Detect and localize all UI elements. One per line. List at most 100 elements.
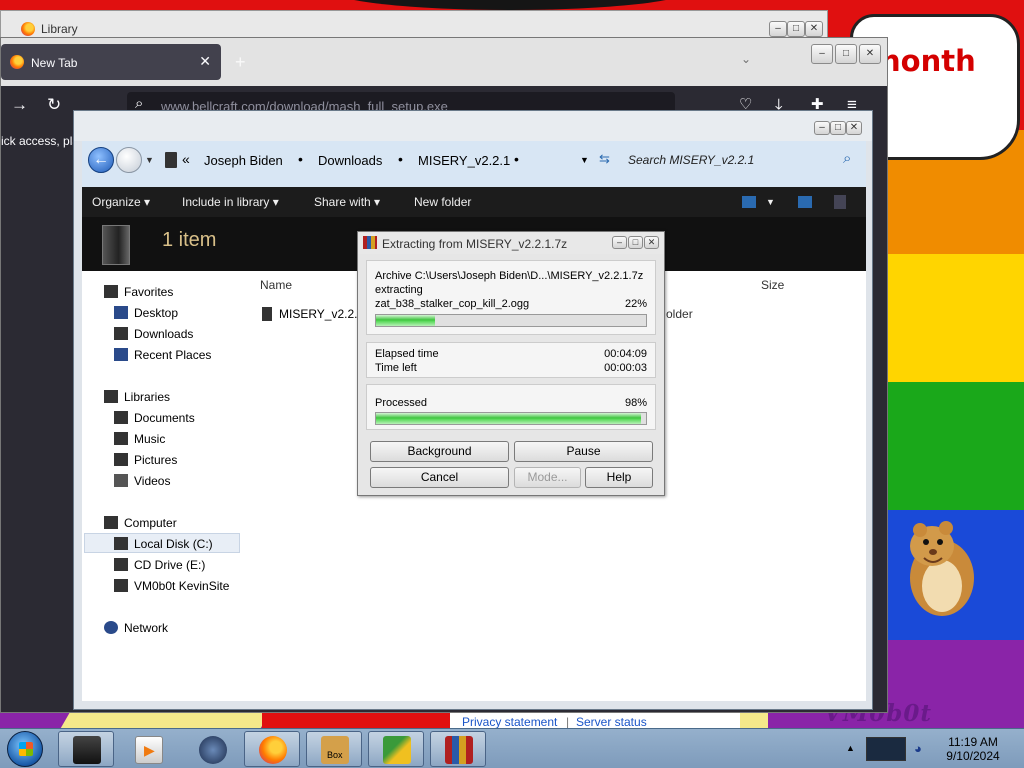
- breadcrumb-overflow-icon[interactable]: «: [182, 151, 190, 167]
- taskbar-network-button[interactable]: [184, 731, 240, 767]
- videos-icon: [114, 474, 128, 487]
- recent-pages-chevron-icon[interactable]: ▼: [145, 155, 154, 165]
- downloads-icon: [114, 327, 128, 340]
- dialog-titlebar[interactable]: Extracting from MISERY_v2.2.1.7z – □ ✕: [358, 232, 664, 254]
- close-icon[interactable]: ✕: [859, 44, 881, 64]
- elapsed-time-label: Elapsed time: [375, 348, 439, 360]
- start-button[interactable]: [7, 731, 43, 767]
- file-row-name[interactable]: MISERY_v2.2.1: [279, 307, 364, 321]
- include-in-library-menu[interactable]: Include in library ▾: [182, 195, 279, 209]
- address-dropdown-icon[interactable]: ▼: [580, 155, 589, 165]
- sidebar-item-recent-places[interactable]: Recent Places: [134, 348, 211, 362]
- help-button[interactable]: Help: [585, 467, 653, 488]
- taskbar-firefox-button[interactable]: [244, 731, 300, 767]
- sidebar-item-documents[interactable]: Documents: [134, 411, 195, 425]
- taskbar-explorer-button[interactable]: [58, 731, 114, 767]
- globe-icon: [199, 736, 227, 764]
- refresh-icon[interactable]: ⇆: [599, 151, 610, 167]
- taskbar-media-player-button[interactable]: ▶: [120, 731, 176, 767]
- minimize-icon[interactable]: –: [811, 44, 833, 64]
- breadcrumb-item-misery[interactable]: MISERY_v2.2.1: [418, 153, 510, 168]
- time-panel: Elapsed time 00:04:09 Time left 00:00:03: [366, 342, 656, 378]
- breadcrumb-item-downloads[interactable]: Downloads: [318, 153, 382, 168]
- minimize-icon[interactable]: –: [814, 121, 830, 135]
- mode-button: Mode...: [514, 467, 581, 488]
- search-input[interactable]: Search MISERY_v2.2.1: [628, 153, 754, 167]
- clock-date: 9/10/2024: [946, 749, 1000, 763]
- back-arrow-icon[interactable]: ←: [88, 147, 114, 173]
- close-icon[interactable]: ✕: [644, 236, 659, 249]
- desktop-icon: [114, 306, 128, 319]
- sidebar-item-music[interactable]: Music: [134, 432, 165, 446]
- maximize-icon[interactable]: □: [835, 44, 857, 64]
- minimize-icon[interactable]: –: [612, 236, 627, 249]
- sidebar-network[interactable]: Network: [124, 621, 168, 635]
- column-header-size[interactable]: Size: [761, 278, 784, 292]
- sidebar-libraries[interactable]: Libraries: [124, 390, 170, 404]
- folder-icon: [262, 307, 272, 321]
- minimize-icon[interactable]: –: [769, 21, 787, 37]
- sidebar-item-videos[interactable]: Videos: [134, 474, 170, 488]
- maximize-icon[interactable]: □: [830, 121, 846, 135]
- pause-button[interactable]: Pause: [514, 441, 653, 462]
- explorer-titlebar[interactable]: – □ ✕: [74, 111, 872, 141]
- search-icon[interactable]: ⌕: [843, 150, 851, 167]
- processed-progress-fill: [376, 413, 641, 424]
- box-app-icon: Box: [321, 736, 349, 764]
- close-icon[interactable]: ✕: [805, 21, 823, 37]
- view-options-chevron-icon[interactable]: ▼: [766, 197, 775, 207]
- server-status-link[interactable]: Server status: [576, 715, 647, 729]
- organize-menu[interactable]: Organize ▾: [92, 195, 150, 209]
- sidebar-item-cd-drive[interactable]: CD Drive (E:): [134, 558, 205, 572]
- windows-logo-icon: [19, 742, 33, 756]
- help-icon[interactable]: [834, 195, 846, 209]
- taskbar-winrar-button[interactable]: [430, 731, 486, 767]
- show-hidden-icons-icon[interactable]: ▲: [846, 743, 855, 753]
- maximize-icon[interactable]: □: [628, 236, 643, 249]
- tab-new-tab[interactable]: New Tab ✕: [1, 44, 221, 80]
- clock-time: 11:19 AM: [948, 735, 998, 749]
- reload-icon[interactable]: ↻: [47, 95, 61, 115]
- taskbar-users-button[interactable]: [368, 731, 424, 767]
- system-clock[interactable]: 11:19 AM 9/10/2024: [940, 735, 1006, 763]
- tray-app-icon[interactable]: [866, 737, 906, 761]
- share-with-menu[interactable]: Share with ▾: [314, 195, 380, 209]
- folder-icon: [165, 152, 177, 168]
- breadcrumb-separator-icon[interactable]: •: [514, 151, 519, 167]
- breadcrumb-item-user[interactable]: Joseph Biden: [204, 153, 283, 168]
- file-percent: 22%: [624, 298, 647, 310]
- forward-arrow-icon[interactable]: [116, 147, 142, 173]
- change-view-icon[interactable]: [742, 196, 756, 208]
- column-header-name[interactable]: Name: [260, 278, 292, 292]
- maximize-icon[interactable]: □: [787, 21, 805, 37]
- sidebar-item-network-drive[interactable]: VM0b0t KevinSite: [134, 579, 229, 593]
- new-folder-button[interactable]: New folder: [414, 195, 471, 209]
- breadcrumb-separator-icon[interactable]: •: [398, 151, 403, 167]
- taskbar-box-button[interactable]: Box: [306, 731, 362, 767]
- extract-progress-dialog[interactable]: Extracting from MISERY_v2.2.1.7z – □ ✕ A…: [357, 231, 665, 496]
- archive-path: Archive C:\Users\Joseph Biden\D...\MISER…: [375, 270, 644, 282]
- sidebar-favorites[interactable]: Favorites: [124, 285, 173, 299]
- firefox-icon: [259, 736, 287, 764]
- sidebar-item-local-disk[interactable]: Local Disk (C:): [134, 537, 213, 551]
- organize-label: Organize: [92, 195, 141, 209]
- cancel-button[interactable]: Cancel: [370, 467, 509, 488]
- sidebar-item-desktop[interactable]: Desktop: [134, 306, 178, 320]
- background-button[interactable]: Background: [370, 441, 509, 462]
- breadcrumb-separator-icon[interactable]: •: [298, 151, 303, 167]
- file-progress-bar: [375, 314, 647, 327]
- list-tabs-icon[interactable]: ⌄: [741, 52, 751, 66]
- speech-bubble-text: nonth: [880, 44, 976, 78]
- preview-pane-icon[interactable]: [798, 196, 812, 208]
- close-icon[interactable]: ✕: [846, 121, 862, 135]
- sidebar-item-downloads[interactable]: Downloads: [134, 327, 193, 341]
- close-tab-icon[interactable]: ✕: [199, 53, 211, 70]
- operation-label: extracting: [375, 284, 423, 296]
- new-tab-icon[interactable]: +: [235, 52, 246, 73]
- privacy-statement-link[interactable]: Privacy statement: [462, 715, 557, 729]
- hamster-image: [910, 521, 974, 616]
- forward-arrow-icon[interactable]: →: [11, 95, 28, 115]
- sidebar-computer[interactable]: Computer: [124, 516, 177, 530]
- network-tray-icon[interactable]: ◕: [914, 741, 922, 756]
- sidebar-item-pictures[interactable]: Pictures: [134, 453, 177, 467]
